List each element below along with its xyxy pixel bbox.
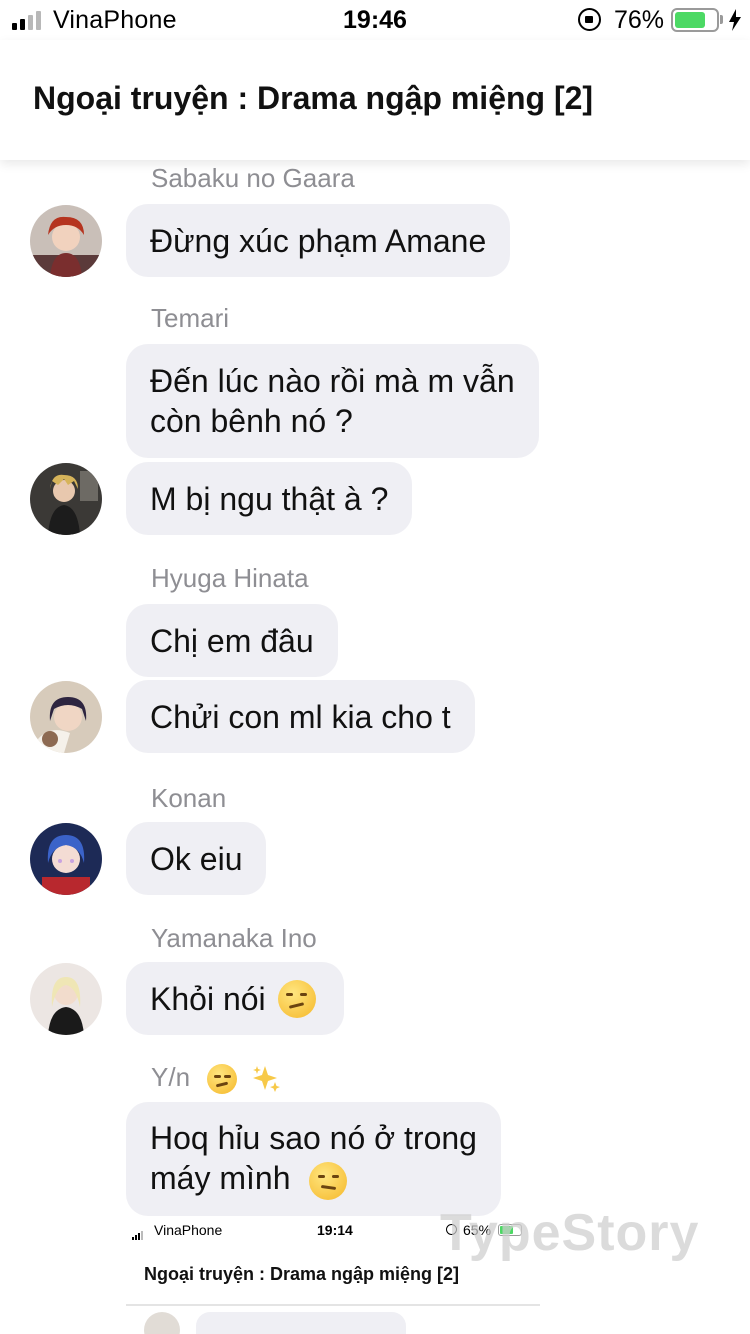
avatar-konan[interactable] bbox=[30, 823, 102, 895]
sender-name: Sabaku no Gaara bbox=[151, 163, 355, 193]
orientation-lock-icon bbox=[578, 8, 601, 31]
preview-divider bbox=[126, 1304, 540, 1306]
avatar-ino[interactable] bbox=[30, 963, 102, 1035]
battery-level bbox=[675, 12, 705, 28]
sender-name: Hyuga Hinata bbox=[151, 563, 309, 593]
message-bubble[interactable]: Khỏi nói bbox=[126, 962, 344, 1035]
smirking-face-icon bbox=[207, 1064, 238, 1095]
message-bubble[interactable]: M bị ngu thật à ? bbox=[126, 462, 413, 535]
message-line: còn bênh nó ? bbox=[150, 403, 353, 439]
preview-carrier: VinaPhone bbox=[154, 1222, 223, 1238]
status-bar: VinaPhone 19:46 76% bbox=[0, 0, 750, 40]
message-text: M bị ngu thật à ? bbox=[150, 480, 389, 517]
chat-thread[interactable]: Sabaku no Gaara Đừng xúc phạm Amane Tema… bbox=[0, 160, 750, 1334]
message-bubble[interactable]: Ok eiu bbox=[126, 822, 267, 895]
sender-name-text: Y/n bbox=[151, 1062, 191, 1092]
avatar bbox=[144, 1312, 180, 1334]
signal-icon bbox=[132, 1231, 143, 1240]
message-line: Hoq hỉu sao nó ở trong bbox=[150, 1120, 477, 1157]
message-line: Đến lúc nào rồi mà m vẫn bbox=[150, 363, 515, 399]
message-text: Chửi con ml kia cho t bbox=[150, 698, 451, 735]
smirking-face-icon bbox=[277, 979, 316, 1018]
message-bubble[interactable]: Chị em đâu bbox=[126, 604, 338, 677]
avatar-temari[interactable] bbox=[30, 463, 102, 535]
sender-name: Temari bbox=[151, 303, 230, 333]
battery-percent: 76% bbox=[614, 6, 665, 34]
avatar-hinata[interactable] bbox=[30, 681, 102, 753]
message-bubble[interactable]: Chửi con ml kia cho t bbox=[126, 680, 475, 753]
message-text: Chị em đâu bbox=[150, 622, 314, 659]
confused-face-icon bbox=[309, 1161, 348, 1200]
preview-time: 19:14 bbox=[317, 1222, 353, 1238]
sender-name: Yamanaka Ino bbox=[151, 923, 317, 953]
sparkles-icon bbox=[252, 1066, 280, 1093]
message-line: máy mình bbox=[150, 1160, 291, 1197]
story-title: Ngoại truyện : Drama ngập miệng [2] bbox=[33, 80, 594, 116]
message-text: Ok eiu bbox=[150, 840, 243, 877]
message-bubble[interactable]: Đến lúc nào rồi mà m vẫn còn bênh nó ? bbox=[126, 344, 539, 458]
avatar-gaara[interactable] bbox=[30, 205, 102, 277]
story-header: Ngoại truyện : Drama ngập miệng [2] bbox=[0, 40, 750, 160]
message-text: Khỏi nói bbox=[150, 980, 266, 1017]
watermark: TypeStory bbox=[440, 1204, 700, 1262]
battery-icon bbox=[671, 8, 719, 32]
preview-title: Ngoại truyện : Drama ngập miệng [2] bbox=[144, 1264, 460, 1284]
battery-cap bbox=[720, 15, 723, 24]
message-text: Đừng xúc phạm Amane bbox=[150, 222, 487, 259]
sender-name: Y/n bbox=[151, 1062, 281, 1095]
message-line-with-emoji: máy mình bbox=[150, 1158, 351, 1200]
charging-bolt-icon bbox=[729, 9, 741, 31]
message-bubble[interactable]: Hoq hỉu sao nó ở trong máy mình bbox=[126, 1102, 501, 1216]
message-bubble bbox=[196, 1312, 406, 1334]
message-bubble[interactable]: Đừng xúc phạm Amane bbox=[126, 204, 511, 277]
sender-name: Konan bbox=[151, 783, 227, 813]
